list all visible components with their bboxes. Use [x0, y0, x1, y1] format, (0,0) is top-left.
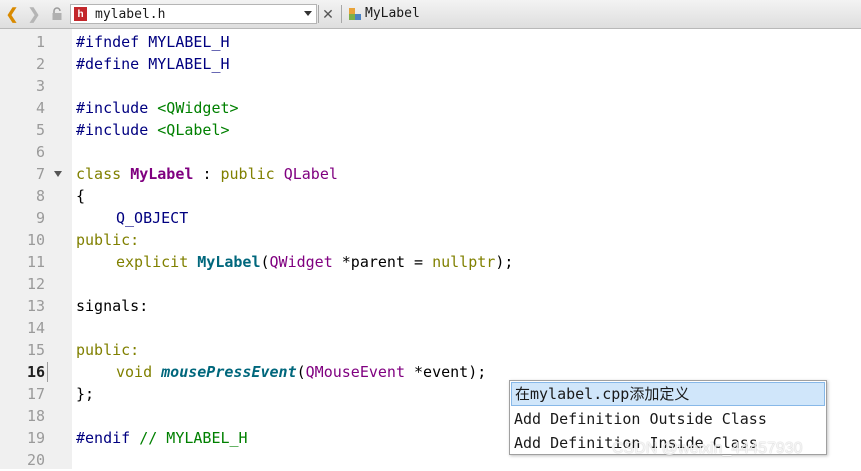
- line-number: 8: [35, 187, 45, 205]
- chevron-down-icon[interactable]: [304, 11, 312, 16]
- line-number: 1: [35, 33, 45, 51]
- code-line: #endif // MYLABEL_H: [76, 429, 248, 447]
- symbol-name: MyLabel: [365, 6, 420, 21]
- line-number-gutter[interactable]: 1 2 3 4 5 6 7 8 9 10 11 12 13 14 15 16 1…: [0, 29, 72, 469]
- current-file-name: mylabel.h: [95, 6, 166, 22]
- code-line: signals:: [76, 297, 149, 315]
- fold-arrow-icon[interactable]: [54, 171, 62, 177]
- line-number: 19: [26, 429, 45, 447]
- current-line-number: 16: [26, 363, 45, 381]
- line-number: 12: [26, 275, 45, 293]
- code-line: public:: [76, 231, 140, 249]
- code-line: };: [76, 385, 95, 403]
- menu-item-add-definition-in-cpp[interactable]: 在mylabel.cpp添加定义: [511, 382, 825, 406]
- code-line: void mousePressEvent(QMouseEvent *event)…: [116, 363, 487, 381]
- chevron-left-icon[interactable]: ❮: [4, 0, 20, 28]
- header-file-icon: h: [74, 7, 87, 21]
- open-documents-combobox[interactable]: h mylabel.h: [70, 4, 317, 24]
- line-number: 7: [35, 165, 45, 183]
- code-line: Q_OBJECT: [116, 209, 189, 227]
- lock-icon[interactable]: [50, 0, 64, 28]
- line-number: 20: [26, 451, 45, 469]
- toolbar-divider: [318, 5, 319, 23]
- line-number: 10: [26, 231, 45, 249]
- line-number: 11: [26, 253, 45, 271]
- line-number: 4: [35, 99, 45, 117]
- line-number: 3: [35, 77, 45, 95]
- code-line: public:: [76, 341, 140, 359]
- line-number: 15: [26, 341, 45, 359]
- code-line: class MyLabel : public QLabel: [76, 165, 338, 183]
- line-number: 17: [26, 385, 45, 403]
- code-line: #define MYLABEL_H: [76, 55, 230, 73]
- code-line: {: [76, 187, 86, 205]
- line-number: 6: [35, 143, 45, 161]
- code-line: #ifndef MYLABEL_H: [76, 33, 230, 51]
- current-line-marker: [47, 362, 48, 382]
- close-document-button[interactable]: ✕: [320, 0, 336, 28]
- class-symbol-icon: [349, 7, 361, 20]
- line-number: 5: [35, 121, 45, 139]
- symbol-selector[interactable]: MyLabel: [348, 6, 420, 21]
- line-number: 2: [35, 55, 45, 73]
- menu-item-add-definition-outside-class[interactable]: Add Definition Outside Class: [511, 407, 825, 431]
- code-line: #include <QLabel>: [76, 121, 230, 139]
- toolbar-divider: [341, 5, 342, 23]
- watermark: CSDN @weixin_44457930: [612, 440, 803, 457]
- line-number: 9: [35, 209, 45, 227]
- line-number: 14: [26, 319, 45, 337]
- code-line: explicit MyLabel(QWidget *parent = nullp…: [116, 253, 514, 271]
- code-line: #include <QWidget>: [76, 99, 239, 117]
- chevron-right-icon[interactable]: ❯: [26, 0, 42, 28]
- line-number: 13: [26, 297, 45, 315]
- line-number: 18: [26, 407, 45, 425]
- editor-toolbar: ❮ ❯ h mylabel.h ✕ MyLabel: [0, 0, 861, 29]
